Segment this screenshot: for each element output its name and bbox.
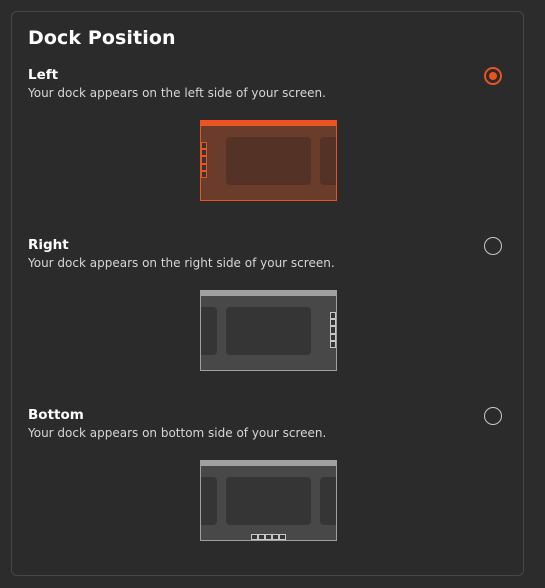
radio-bottom[interactable] <box>484 407 502 425</box>
preview-right[interactable] <box>200 290 337 371</box>
preview-dock-icon <box>330 312 336 349</box>
option-description: Your dock appears on the right side of y… <box>28 256 335 270</box>
option-label: Bottom <box>28 407 84 423</box>
preview-window-side <box>201 307 217 355</box>
preview-dock-icon <box>251 534 286 540</box>
radio-left[interactable] <box>484 67 502 85</box>
dock-option-bottom[interactable]: Bottom Your dock appears on bottom side … <box>12 407 523 575</box>
preview-window <box>226 307 311 355</box>
preview-window-side <box>320 477 336 525</box>
option-label: Right <box>28 237 69 253</box>
preview-dock-icon <box>201 142 207 179</box>
preview-bottom[interactable] <box>200 460 337 541</box>
preview-window-side <box>320 137 336 185</box>
option-description: Your dock appears on the left side of yo… <box>28 86 326 100</box>
dock-option-left[interactable]: Left Your dock appears on the left side … <box>12 67 523 235</box>
dock-position-panel: Dock Position Left Your dock appears on … <box>11 11 524 576</box>
preview-left[interactable] <box>200 120 337 201</box>
preview-topbar <box>201 291 336 296</box>
option-label: Left <box>28 67 59 83</box>
preview-window-side <box>201 477 217 525</box>
preview-topbar <box>201 461 336 466</box>
preview-topbar <box>201 121 336 126</box>
radio-right[interactable] <box>484 237 502 255</box>
radio-dot-icon <box>489 72 497 80</box>
panel-title: Dock Position <box>28 27 176 49</box>
option-description: Your dock appears on bottom side of your… <box>28 426 327 440</box>
preview-window <box>226 477 311 525</box>
dock-option-right[interactable]: Right Your dock appears on the right sid… <box>12 237 523 405</box>
preview-window <box>226 137 311 185</box>
